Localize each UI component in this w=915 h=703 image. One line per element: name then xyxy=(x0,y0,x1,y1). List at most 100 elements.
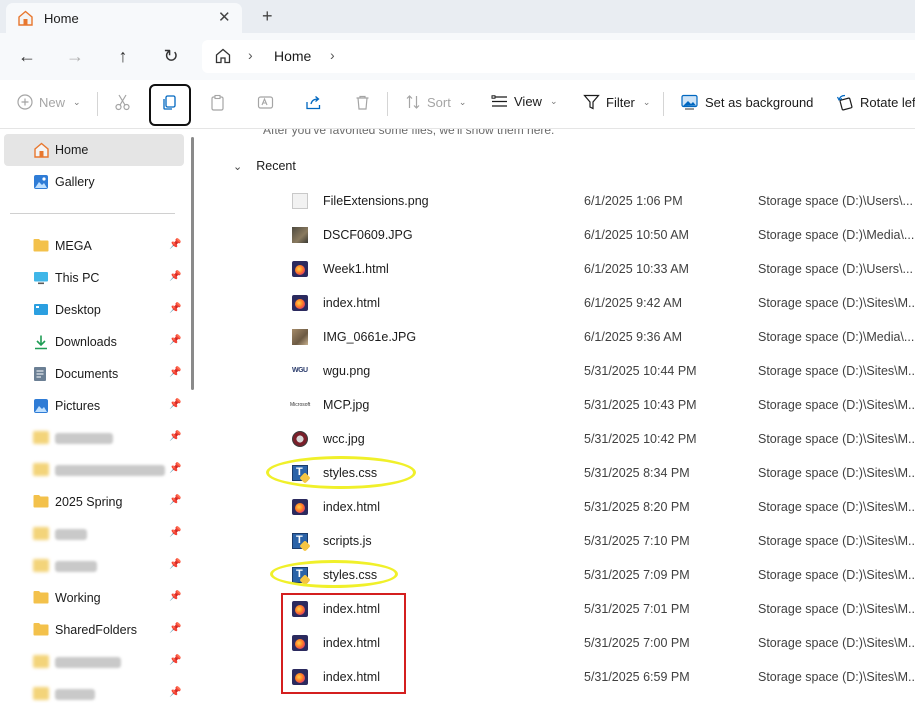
sidebar-item-mega[interactable]: MEGA 📌 xyxy=(4,230,184,262)
file-date: 5/31/2025 7:10 PM xyxy=(584,534,690,548)
pin-icon[interactable]: 📌 xyxy=(169,527,181,538)
sidebar-item-redacted[interactable]: 📌 xyxy=(4,454,184,486)
pin-icon[interactable]: 📌 xyxy=(169,655,181,666)
sidebar-item-label: SharedFolders xyxy=(55,623,137,637)
file-location: Storage space (D:)\Sites\M... xyxy=(758,670,915,684)
sidebar-item-redacted[interactable]: 📌 xyxy=(4,678,184,703)
sidebar-item-redacted[interactable]: 📌 xyxy=(4,550,184,582)
close-tab-icon[interactable]: ✕ xyxy=(218,8,231,26)
breadcrumb-home[interactable]: Home xyxy=(274,48,311,64)
microsoft-logo-thumbnail-icon xyxy=(290,397,310,413)
pin-icon[interactable]: 📌 xyxy=(169,495,181,506)
pin-icon[interactable]: 📌 xyxy=(169,367,181,378)
new-button[interactable]: New ⌄ xyxy=(17,94,81,110)
share-button[interactable] xyxy=(305,94,322,111)
download-icon xyxy=(33,334,49,350)
file-row[interactable]: scripts.js 5/31/2025 7:10 PM Storage space… xyxy=(200,524,915,558)
file-row[interactable]: index.html 6/1/2025 9:42 AM Storage space … xyxy=(200,286,915,320)
sidebar-item-2025-spring[interactable]: 2025 Spring 📌 xyxy=(4,486,184,518)
file-name: wcc.jpg xyxy=(323,432,365,446)
pin-icon[interactable]: 📌 xyxy=(169,591,181,602)
pin-icon[interactable]: 📌 xyxy=(169,623,181,634)
paste-button[interactable] xyxy=(209,94,226,111)
sidebar-item-documents[interactable]: Documents 📌 xyxy=(4,358,184,390)
sidebar-item-downloads[interactable]: Downloads 📌 xyxy=(4,326,184,358)
pin-icon[interactable]: 📌 xyxy=(169,271,181,282)
file-row[interactable]: FileExtensions.png 6/1/2025 1:06 PM Storag… xyxy=(200,184,915,218)
sidebar-item-redacted[interactable]: 📌 xyxy=(4,518,184,550)
file-date: 5/31/2025 6:59 PM xyxy=(584,670,690,684)
file-date: 6/1/2025 1:06 PM xyxy=(584,194,683,208)
chevron-down-icon[interactable]: ⌄ xyxy=(233,160,242,173)
file-name: MCP.jpg xyxy=(323,398,370,412)
file-date: 5/31/2025 7:09 PM xyxy=(584,568,690,582)
wgu-logo-thumbnail-icon xyxy=(292,363,308,379)
file-name: index.html xyxy=(323,296,380,310)
divider xyxy=(663,92,664,116)
delete-button[interactable] xyxy=(354,94,371,111)
file-row[interactable]: DSCF0609.JPG 6/1/2025 10:50 AM Storage spa… xyxy=(200,218,915,252)
sidebar-item-sharedfolders[interactable]: SharedFolders 📌 xyxy=(4,614,184,646)
pin-icon[interactable]: 📌 xyxy=(169,687,181,698)
forward-button[interactable]: → xyxy=(63,44,87,68)
pin-icon[interactable]: 📌 xyxy=(169,463,181,474)
file-row[interactable]: Week1.html 6/1/2025 10:33 AM Storage space… xyxy=(200,252,915,286)
pc-icon xyxy=(33,270,49,286)
file-date: 5/31/2025 10:42 PM xyxy=(584,432,697,446)
folder-icon xyxy=(33,559,49,572)
file-row[interactable]: wgu.png 5/31/2025 10:44 PM Storage space (… xyxy=(200,354,915,388)
sidebar-item-redacted[interactable]: 📌 xyxy=(4,422,184,454)
pin-icon[interactable]: 📌 xyxy=(169,431,181,442)
back-button[interactable]: ← xyxy=(15,44,39,68)
file-location: Storage space (D:)\Sites\M... xyxy=(758,602,915,616)
redacted-label xyxy=(55,465,165,476)
file-row[interactable]: index.html 5/31/2025 8:20 PM Storage space… xyxy=(200,490,915,524)
pin-icon[interactable]: 📌 xyxy=(169,559,181,570)
photo-thumbnail-icon xyxy=(292,227,308,243)
new-tab-button[interactable]: + xyxy=(262,6,273,27)
cut-button[interactable] xyxy=(114,94,131,111)
command-bar: New ⌄ Sort ⌄ View ⌄ Filter ⌄ Set as backgrou… xyxy=(0,80,915,129)
recent-group-header[interactable]: ⌄ Recent xyxy=(233,159,296,173)
pin-icon[interactable]: 📌 xyxy=(169,239,181,250)
home-outline-icon[interactable] xyxy=(214,47,232,68)
filter-button[interactable]: Filter ⌄ xyxy=(583,94,650,110)
pin-icon[interactable]: 📌 xyxy=(169,399,181,410)
photo-thumbnail-icon xyxy=(292,329,308,345)
address-bar[interactable]: › Home › xyxy=(202,40,915,73)
view-button[interactable]: View ⌄ xyxy=(491,94,558,109)
sidebar-item-redacted[interactable]: 📌 xyxy=(4,646,184,678)
sidebar-item-this-pc[interactable]: This PC 📌 xyxy=(4,262,184,294)
sidebar-item-label: This PC xyxy=(55,271,100,285)
file-row[interactable]: wcc.jpg 5/31/2025 10:42 PM Storage space (… xyxy=(200,422,915,456)
sidebar-item-label: MEGA xyxy=(55,239,92,253)
sidebar-item-gallery[interactable]: Gallery xyxy=(4,166,184,198)
set-as-background-button[interactable]: Set as background xyxy=(681,94,813,110)
sidebar-item-working[interactable]: Working 📌 xyxy=(4,582,184,614)
sidebar-item-desktop[interactable]: Desktop 📌 xyxy=(4,294,184,326)
chevron-down-icon: ⌄ xyxy=(642,96,651,107)
folder-icon xyxy=(33,527,49,540)
breadcrumb-separator[interactable]: › xyxy=(248,47,253,63)
refresh-button[interactable]: ↻ xyxy=(159,44,183,68)
sidebar-scrollbar[interactable] xyxy=(191,137,194,390)
pin-icon[interactable]: 📌 xyxy=(169,335,181,346)
file-location: Storage space (D:)\Users\... xyxy=(758,262,913,276)
breadcrumb-separator[interactable]: › xyxy=(330,47,335,63)
file-row[interactable]: IMG_0661e.JPG 6/1/2025 9:36 AM Storage spa… xyxy=(200,320,915,354)
rotate-left-button[interactable]: Rotate left xyxy=(836,94,915,111)
sidebar-item-home[interactable]: Home xyxy=(4,134,184,166)
file-date: 6/1/2025 9:42 AM xyxy=(584,296,682,310)
sidebar-item-label: Home xyxy=(55,143,89,157)
recent-heading: Recent xyxy=(256,159,296,173)
sidebar-item-pictures[interactable]: Pictures 📌 xyxy=(4,390,184,422)
sidebar-divider xyxy=(10,213,175,214)
tab-home[interactable]: Home ✕ xyxy=(6,3,242,33)
rename-button[interactable] xyxy=(257,94,274,111)
home-icon xyxy=(17,10,34,29)
sort-button[interactable]: Sort ⌄ xyxy=(405,94,466,110)
up-button[interactable]: ↑ xyxy=(111,44,135,68)
file-row[interactable]: MCP.jpg 5/31/2025 10:43 PM Storage space (… xyxy=(200,388,915,422)
pin-icon[interactable]: 📌 xyxy=(169,303,181,314)
title-bar: Home ✕ + xyxy=(0,0,915,33)
